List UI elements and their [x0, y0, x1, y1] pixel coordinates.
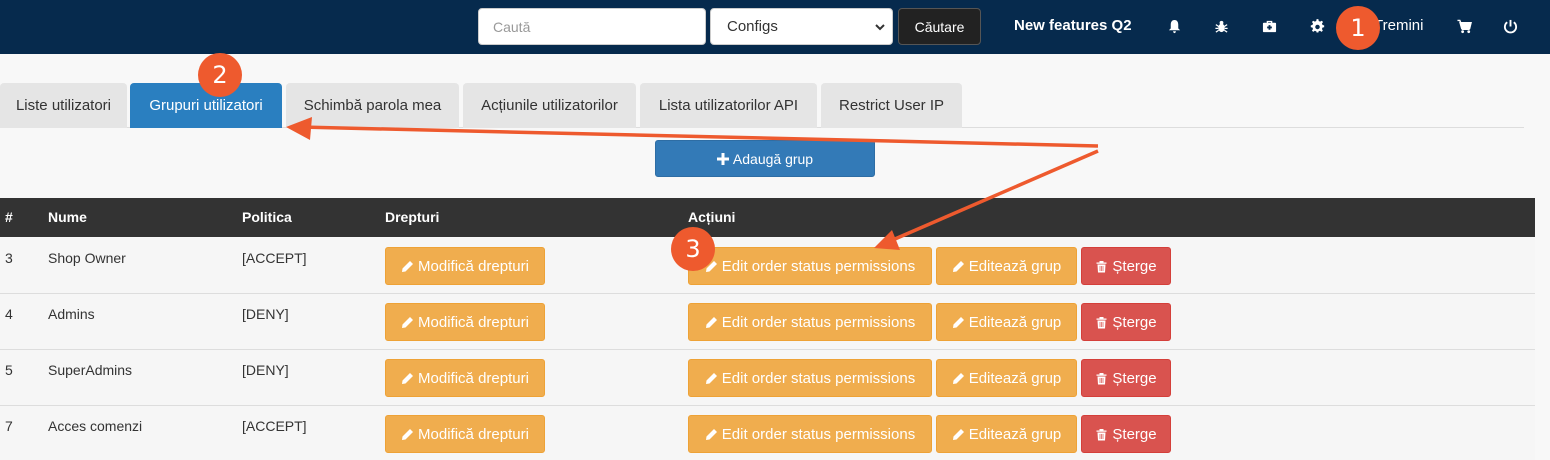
row-name: Admins [48, 306, 95, 322]
edit-order-status-button[interactable]: Edit order status permissions [688, 415, 932, 453]
edit-order-status-button[interactable]: Edit order status permissions [688, 359, 932, 397]
row-id: 7 [5, 418, 13, 434]
modify-rights-label: Modifică drepturi [418, 257, 529, 275]
annotation-badge-1: 1 [1336, 6, 1380, 50]
pencil-icon [402, 372, 414, 384]
edit-group-label: Editează grup [968, 257, 1062, 275]
tab-change-password[interactable]: Schimbă parola mea [286, 83, 459, 128]
modify-rights-label: Modifică drepturi [418, 369, 529, 387]
table-row: 3 Shop Owner [ACCEPT] Modifică drepturi Edit… [0, 238, 1535, 294]
edit-group-button[interactable]: Editează grup [936, 303, 1077, 341]
header-name: Nume [48, 209, 87, 225]
header-actions: Acțiuni [688, 209, 736, 225]
add-group-button[interactable]: Adaugă grup [655, 140, 875, 177]
groups-table-header: # Nume Politica Drepturi Acțiuni [0, 198, 1535, 237]
edit-group-label: Editează grup [968, 425, 1062, 443]
user-link[interactable]: Tremini [1374, 17, 1423, 34]
delete-label: Șterge [1112, 313, 1157, 331]
tab-restrict-user-ip[interactable]: Restrict User IP [821, 83, 962, 128]
trash-icon [1096, 260, 1107, 272]
edit-group-button[interactable]: Editează grup [936, 359, 1077, 397]
row-name: SuperAdmins [48, 362, 133, 378]
medkit-icon[interactable] [1261, 17, 1277, 35]
edit-group-label: Editează grup [968, 313, 1062, 331]
pencil-icon [952, 428, 964, 440]
trash-icon [1096, 316, 1107, 328]
pencil-icon [705, 372, 717, 384]
delete-group-button[interactable]: Șterge [1081, 303, 1171, 341]
tab-user-actions[interactable]: Acțiunile utilizatorilor [463, 83, 636, 128]
modify-rights-button[interactable]: Modifică drepturi [385, 303, 545, 341]
row-policy: [DENY] [242, 362, 289, 378]
trash-icon [1096, 428, 1107, 440]
delete-label: Șterge [1112, 425, 1157, 443]
edit-order-status-label: Edit order status permissions [721, 313, 916, 331]
table-row: 7 Acces comenzi [ACCEPT] Modifică drepturi E… [0, 406, 1535, 460]
delete-label: Șterge [1112, 369, 1157, 387]
chevron-down-icon [875, 24, 885, 31]
power-icon[interactable] [1502, 17, 1518, 35]
bell-icon[interactable] [1166, 17, 1182, 35]
edit-group-button[interactable]: Editează grup [936, 415, 1077, 453]
new-features-link[interactable]: New features Q2 [1014, 17, 1132, 34]
delete-label: Șterge [1112, 257, 1157, 275]
pencil-icon [402, 260, 414, 272]
modify-rights-button[interactable]: Modifică drepturi [385, 359, 545, 397]
annotation-badge-2: 2 [198, 53, 242, 97]
pencil-icon [952, 372, 964, 384]
pencil-icon [402, 316, 414, 328]
row-id: 5 [5, 362, 13, 378]
modify-rights-label: Modifică drepturi [418, 313, 529, 331]
header-policy: Politica [242, 209, 292, 225]
add-group-label: Adaugă grup [732, 150, 814, 167]
cart-icon[interactable] [1456, 17, 1472, 35]
row-policy: [ACCEPT] [242, 250, 307, 266]
row-policy: [DENY] [242, 306, 289, 322]
search-button[interactable]: Căutare [898, 8, 981, 45]
row-id: 3 [5, 250, 13, 266]
row-id: 4 [5, 306, 13, 322]
row-name: Shop Owner [48, 250, 126, 266]
modify-rights-button[interactable]: Modifică drepturi [385, 247, 545, 285]
plus-icon [716, 152, 729, 165]
edit-order-status-label: Edit order status permissions [721, 425, 916, 443]
pencil-icon [402, 428, 414, 440]
row-policy: [ACCEPT] [242, 418, 307, 434]
annotation-badge-3: 3 [671, 227, 715, 271]
pencil-icon [705, 428, 717, 440]
gear-icon[interactable] [1309, 17, 1325, 35]
edit-group-button[interactable]: Editează grup [936, 247, 1077, 285]
top-navbar: Configs Căutare New features Q2 Tremini [0, 0, 1550, 54]
pencil-icon [952, 316, 964, 328]
header-id: # [5, 209, 13, 225]
table-row: 4 Admins [DENY] Modifică drepturi Edit order… [0, 294, 1535, 350]
modify-rights-button[interactable]: Modifică drepturi [385, 415, 545, 453]
configs-select[interactable]: Configs [710, 8, 893, 45]
delete-group-button[interactable]: Șterge [1081, 415, 1171, 453]
table-row: 5 SuperAdmins [DENY] Modifică drepturi Edit … [0, 350, 1535, 406]
configs-select-value: Configs [727, 18, 778, 35]
delete-group-button[interactable]: Șterge [1081, 359, 1171, 397]
pencil-icon [952, 260, 964, 272]
header-rights: Drepturi [385, 209, 440, 225]
pencil-icon [705, 316, 717, 328]
tab-api-users[interactable]: Lista utilizatorilor API [640, 83, 817, 128]
trash-icon [1096, 372, 1107, 384]
modify-rights-label: Modifică drepturi [418, 425, 529, 443]
edit-order-status-button[interactable]: Edit order status permissions [688, 303, 932, 341]
edit-order-status-button[interactable]: Edit order status permissions [688, 247, 932, 285]
search-input[interactable] [478, 8, 706, 45]
bug-icon[interactable] [1213, 17, 1229, 35]
delete-group-button[interactable]: Șterge [1081, 247, 1171, 285]
row-name: Acces comenzi [48, 418, 143, 434]
edit-order-status-label: Edit order status permissions [721, 257, 916, 275]
tab-user-lists[interactable]: Liste utilizatori [0, 83, 127, 128]
edit-group-label: Editează grup [968, 369, 1062, 387]
edit-order-status-label: Edit order status permissions [721, 369, 916, 387]
